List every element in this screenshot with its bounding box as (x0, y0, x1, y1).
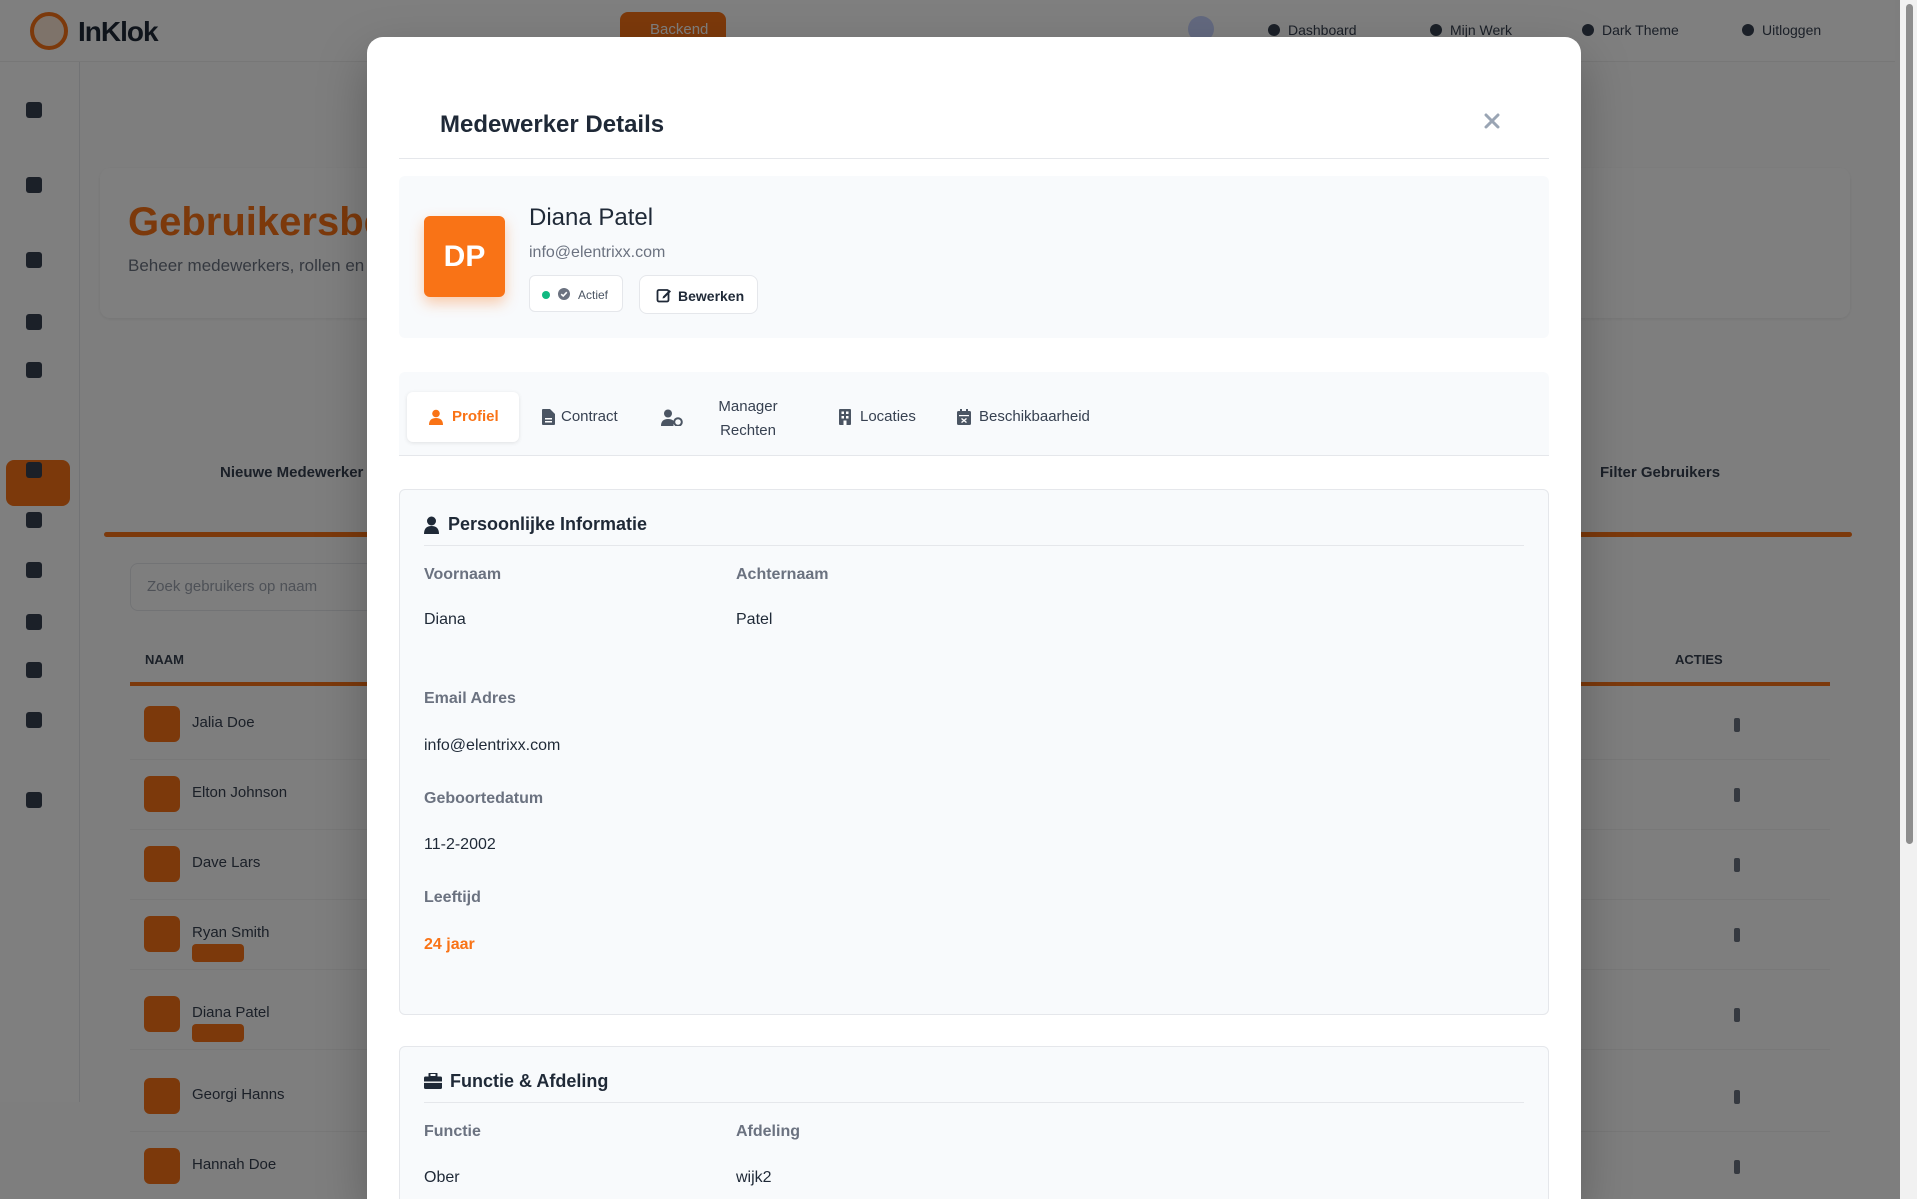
tab-label: Manager Rechten (718, 398, 778, 439)
last-name-value: Patel (736, 611, 773, 628)
email-label: Email Adres (424, 690, 516, 707)
employee-name: Diana Patel (529, 204, 654, 231)
employee-details-modal: Medewerker Details DP Diana Patel info@e… (367, 37, 1581, 1199)
tab-label: Contract (561, 408, 618, 425)
file-icon (542, 409, 555, 425)
scrollbar-thumb[interactable] (1906, 4, 1913, 844)
job-department-section: Functie & Afdeling Functie Ober Afdeling… (399, 1046, 1549, 1199)
edit-button[interactable]: Bewerken (639, 275, 758, 314)
department-label: Afdeling (736, 1123, 800, 1140)
email-value: info@elentrixx.com (424, 737, 561, 754)
first-name-label: Voornaam (424, 566, 502, 583)
birthdate-value: 11-2-2002 (424, 836, 496, 853)
last-name-label: Achternaam (736, 566, 829, 583)
function-label: Functie (424, 1123, 481, 1140)
birthdate-label: Geboortedatum (424, 790, 544, 807)
section-divider (424, 1102, 1524, 1103)
check-circle-icon (558, 288, 570, 300)
tab-beschikbaarheid[interactable]: Beschikbaarheid (957, 392, 1097, 442)
edit-button-label: Bewerken (678, 288, 745, 304)
close-button[interactable] (1477, 106, 1507, 136)
edit-icon (656, 289, 671, 303)
calendar-icon (957, 409, 971, 425)
age-value: 24 jaar (424, 936, 475, 953)
user-icon (429, 409, 443, 425)
first-name-value: Diana (424, 611, 466, 628)
tab-bar: Profiel Contract Manager Rechten Locatie… (399, 372, 1549, 456)
user-cog-icon (661, 409, 683, 426)
age-label: Leeftijd (424, 889, 481, 906)
function-value: Ober (424, 1169, 460, 1186)
status-label: Actief (578, 288, 609, 302)
tab-profiel[interactable]: Profiel (407, 392, 519, 442)
modal-title: Medewerker Details (440, 111, 665, 138)
briefcase-icon (424, 1073, 442, 1089)
tab-manager-rechten[interactable]: Manager Rechten (661, 392, 791, 442)
building-icon (839, 409, 851, 425)
personal-info-section: Persoonlijke Informatie Voornaam Diana A… (399, 489, 1549, 1015)
tab-label: Locaties (860, 408, 916, 425)
modal-header (399, 37, 1549, 159)
avatar: DP (424, 216, 505, 297)
section-divider (424, 545, 1524, 546)
profile-card: DP Diana Patel info@elentrixx.com Actief… (399, 176, 1549, 338)
department-value: wijk2 (736, 1169, 772, 1186)
tab-label: Beschikbaarheid (979, 408, 1090, 425)
close-icon[interactable] (1477, 106, 1507, 136)
employee-email: info@elentrixx.com (529, 244, 666, 261)
status-dot-icon (542, 291, 550, 299)
tab-contract[interactable]: Contract (539, 392, 629, 442)
status-badge: Actief (529, 275, 623, 312)
user-icon (424, 516, 439, 534)
tab-label: Profiel (452, 408, 499, 425)
tab-locaties[interactable]: Locaties (839, 392, 929, 442)
